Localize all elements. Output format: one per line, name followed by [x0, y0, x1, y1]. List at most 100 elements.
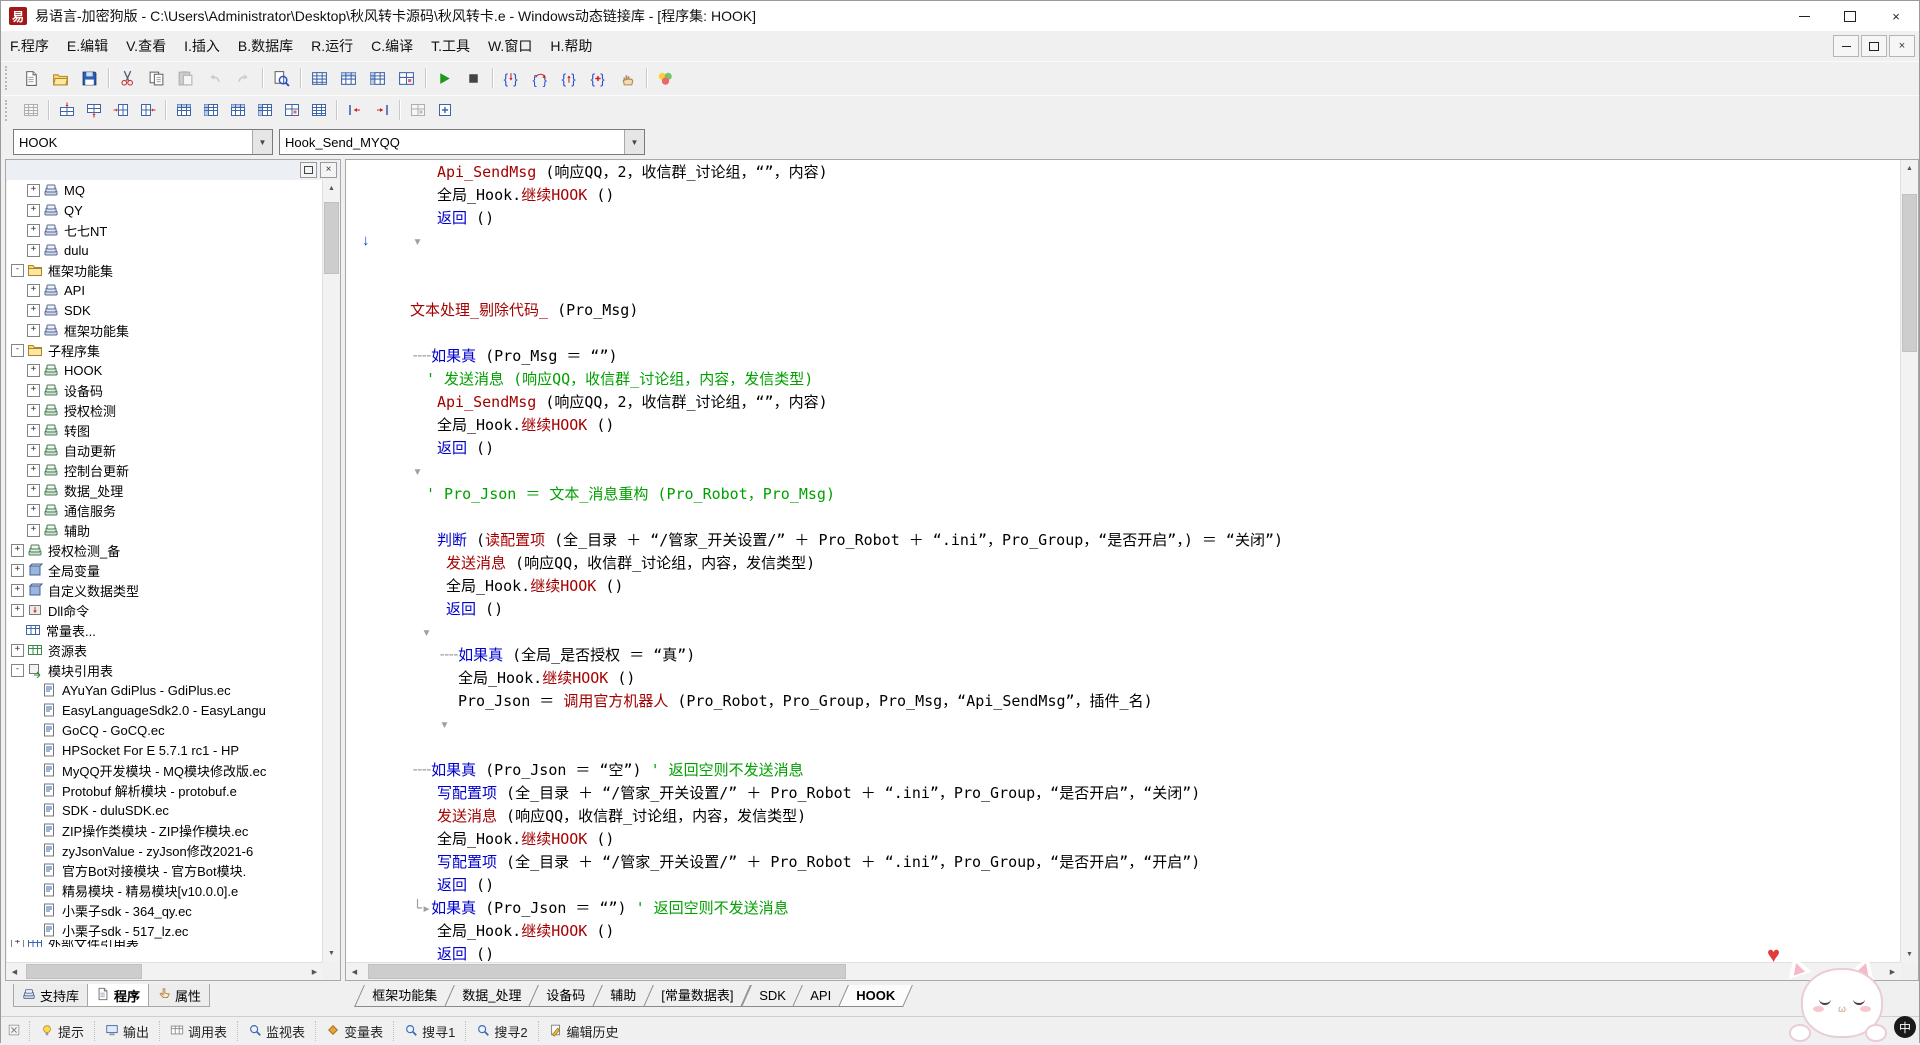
- tree-item-HOOK[interactable]: +HOOK: [7, 360, 322, 380]
- tree-item-设备码[interactable]: +设备码: [7, 380, 322, 400]
- save-button[interactable]: [75, 64, 104, 92]
- tree-item-HPSocket For E 5.7.1 rc1 - HP[interactable]: HPSocket For E 5.7.1 rc1 - HP: [7, 740, 322, 760]
- expand-icon[interactable]: +: [27, 184, 40, 197]
- mdi-restore-button[interactable]: [1861, 35, 1887, 57]
- tree-item-精易模块 - 精易模块[v10.0.0].e[interactable]: 精易模块 - 精易模块[v10.0.0].e: [7, 880, 322, 900]
- expand-icon[interactable]: +: [27, 224, 40, 237]
- tree-item-Dll命令[interactable]: +Dll命令: [7, 600, 322, 620]
- tree-item-dulu[interactable]: +dulu: [7, 240, 322, 260]
- add-table-button[interactable]: [431, 98, 458, 123]
- step-into-button[interactable]: {}: [497, 64, 526, 92]
- expand-icon[interactable]: +: [27, 464, 40, 477]
- menu-item-H.帮助[interactable]: H.帮助: [541, 34, 601, 58]
- expand-icon[interactable]: +: [27, 244, 40, 257]
- status-item-编辑历史[interactable]: 编辑历史: [538, 1021, 629, 1041]
- menu-item-E.编辑[interactable]: E.编辑: [58, 34, 117, 58]
- tree-item-模块引用表[interactable]: -模块引用表: [7, 660, 322, 680]
- table-tool-2-button[interactable]: [197, 98, 224, 123]
- scroll-right-icon[interactable]: ▶: [1884, 963, 1901, 980]
- scroll-left-icon[interactable]: ◀: [6, 963, 23, 980]
- expand-icon[interactable]: +: [27, 524, 40, 537]
- maximize-button[interactable]: [1827, 1, 1873, 31]
- scroll-up-icon[interactable]: ▲: [1901, 160, 1918, 177]
- table-tool-7-button[interactable]: [404, 98, 431, 123]
- tree-item-小栗子sdk - 364_qy.ec[interactable]: 小栗子sdk - 364_qy.ec: [7, 900, 322, 920]
- expand-icon[interactable]: +: [27, 364, 40, 377]
- insert-row-button[interactable]: [53, 98, 80, 123]
- scrollbar-thumb[interactable]: [1902, 194, 1917, 352]
- step-over-button[interactable]: {}: [526, 64, 555, 92]
- tree-item-框架功能集[interactable]: +框架功能集: [7, 320, 322, 340]
- tree-item-AYuYan GdiPlus - GdiPlus.ec[interactable]: AYuYan GdiPlus - GdiPlus.ec: [7, 680, 322, 700]
- expand-icon[interactable]: +: [11, 644, 24, 657]
- menu-item-V.查看[interactable]: V.查看: [117, 34, 175, 58]
- table-tool-1-button[interactable]: [170, 98, 197, 123]
- doc-tab-数据_处理[interactable]: 数据_处理: [444, 985, 539, 1007]
- segment-view-2-button[interactable]: [334, 64, 363, 92]
- expand-icon[interactable]: +: [27, 444, 40, 457]
- scroll-left-icon[interactable]: ◀: [346, 963, 363, 980]
- code-editor[interactable]: Api_SendMsg (响应QQ，2，收信群_讨论组，“”，内容)全局_Hoo…: [345, 159, 1919, 981]
- chevron-down-icon[interactable]: ▼: [252, 130, 272, 154]
- tree-item-官方Bot对接模块 - 官方Bot模块.[interactable]: 官方Bot对接模块 - 官方Bot模块.: [7, 860, 322, 880]
- scroll-down-icon[interactable]: ▼: [323, 945, 340, 962]
- redo-button[interactable]: [229, 64, 258, 92]
- tree-item-zyJsonValue - zyJson修改2021-6[interactable]: zyJsonValue - zyJson修改2021-6: [7, 840, 322, 860]
- chevron-down-icon[interactable]: ▼: [624, 130, 644, 154]
- tree-item-全局变量[interactable]: +全局变量: [7, 560, 322, 580]
- scrollbar-thumb[interactable]: [26, 964, 142, 979]
- tree-item-数据_处理[interactable]: +数据_处理: [7, 480, 322, 500]
- paste-button[interactable]: [171, 64, 200, 92]
- project-tree[interactable]: +MQ+QY+七七NT+dulu-框架功能集+API+SDK+框架功能集-子程序…: [7, 180, 322, 962]
- expand-icon[interactable]: +: [27, 424, 40, 437]
- expand-icon[interactable]: +: [11, 564, 24, 577]
- status-item-变量表[interactable]: 变量表: [315, 1021, 393, 1041]
- scrollbar-thumb[interactable]: [368, 964, 846, 979]
- doc-tab-框架功能集[interactable]: 框架功能集: [354, 985, 455, 1007]
- tree-item-EasyLanguageSdk2.0 - EasyLangu[interactable]: EasyLanguageSdk2.0 - EasyLangu: [7, 700, 322, 720]
- menu-item-C.编译[interactable]: C.编译: [362, 34, 422, 58]
- scroll-up-icon[interactable]: ▲: [323, 180, 340, 197]
- expand-icon[interactable]: +: [27, 404, 40, 417]
- segment-view-4-button[interactable]: [392, 64, 421, 92]
- collapse-icon[interactable]: -: [11, 264, 24, 277]
- tree-item-常量表...[interactable]: 常量表...: [7, 620, 322, 640]
- tree-item-七七NT[interactable]: +七七NT: [7, 220, 322, 240]
- ime-indicator[interactable]: 中: [1894, 1016, 1916, 1038]
- panel-float-button[interactable]: [300, 162, 317, 178]
- expand-icon[interactable]: +: [27, 484, 40, 497]
- tree-item-子程序集[interactable]: -子程序集: [7, 340, 322, 360]
- delete-row-button[interactable]: [80, 98, 107, 123]
- menu-item-B.数据库[interactable]: B.数据库: [229, 34, 302, 58]
- minimize-button[interactable]: [1781, 1, 1827, 31]
- delete-col-button[interactable]: [134, 98, 161, 123]
- tree-item-控制台更新[interactable]: +控制台更新: [7, 460, 322, 480]
- table-tool-4-button[interactable]: [251, 98, 278, 123]
- support-library-config-button[interactable]: [651, 64, 680, 92]
- tree-item-ZIP操作类模块 - ZIP操作模块.ec[interactable]: ZIP操作类模块 - ZIP操作模块.ec: [7, 820, 322, 840]
- tree-item-外部文件引用表[interactable]: +外部文件引用表: [7, 940, 322, 947]
- mdi-minimize-button[interactable]: [1833, 35, 1859, 57]
- tree-item-授权检测[interactable]: +授权检测: [7, 400, 322, 420]
- tree-item-框架功能集[interactable]: -框架功能集: [7, 260, 322, 280]
- status-item-搜寻2[interactable]: 搜寻2: [465, 1021, 537, 1041]
- collapse-icon[interactable]: -: [11, 344, 24, 357]
- collapse-icon[interactable]: -: [11, 664, 24, 677]
- tree-vertical-scrollbar[interactable]: ▲ ▼: [322, 180, 340, 962]
- panel-tab-属性[interactable]: 属性: [148, 984, 210, 1007]
- expand-icon[interactable]: +: [27, 324, 40, 337]
- scroll-right-icon[interactable]: ▶: [306, 963, 323, 980]
- open-button[interactable]: [46, 64, 75, 92]
- tree-item-SDK - duluSDK.ec[interactable]: SDK - duluSDK.ec: [7, 800, 322, 820]
- expand-icon[interactable]: +: [11, 604, 24, 617]
- table-tool-grid-button[interactable]: [17, 98, 44, 123]
- expand-icon[interactable]: +: [11, 940, 24, 947]
- tree-item-小栗子sdk - 517_lz.ec[interactable]: 小栗子sdk - 517_lz.ec: [7, 920, 322, 940]
- status-item-监视表[interactable]: 监视表: [237, 1021, 315, 1041]
- new-button[interactable]: [17, 64, 46, 92]
- tree-item-辅助[interactable]: +辅助: [7, 520, 322, 540]
- expand-icon[interactable]: +: [27, 504, 40, 517]
- panel-close-button[interactable]: ×: [320, 162, 337, 178]
- doc-tab-[常量数据表][interactable]: [常量数据表]: [643, 985, 751, 1007]
- doc-tab-HOOK[interactable]: HOOK: [838, 985, 913, 1007]
